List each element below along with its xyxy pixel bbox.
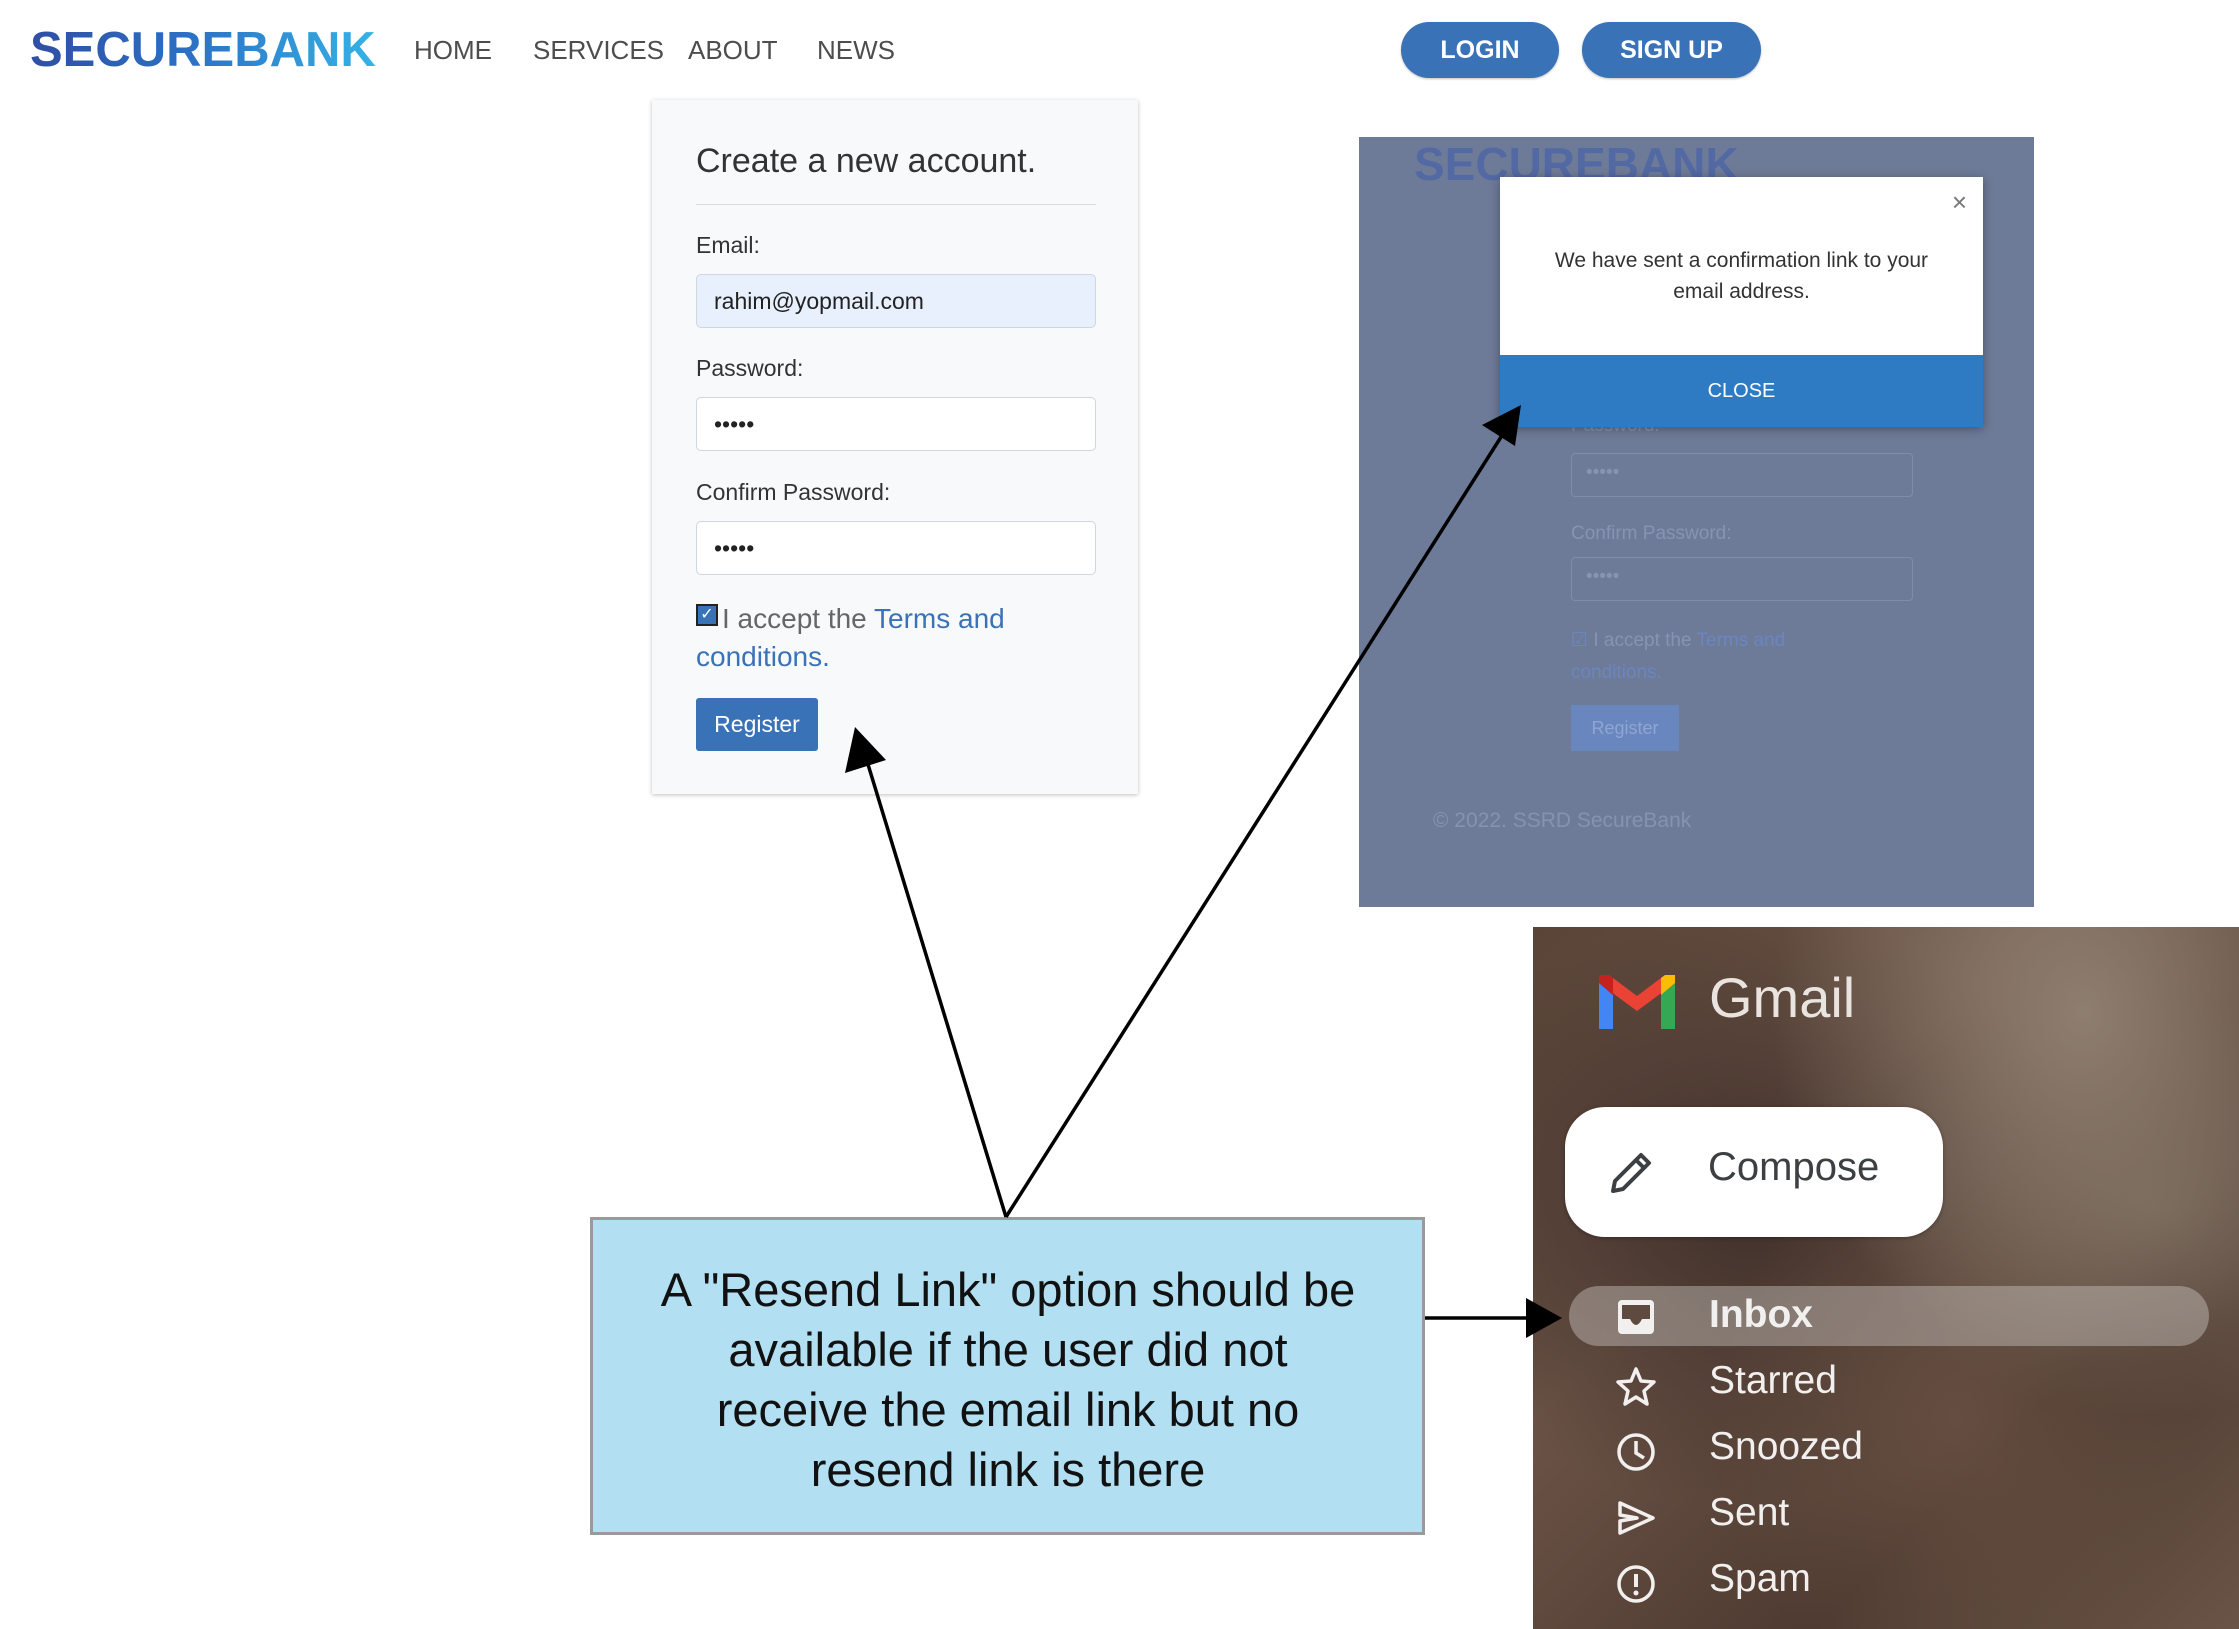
clock-icon — [1617, 1433, 1655, 1471]
confirmation-modal: × We have sent a confirmation link to yo… — [1500, 177, 1983, 427]
accept-label: I accept the — [722, 603, 875, 634]
spam-icon — [1617, 1565, 1655, 1603]
background-check-icon: ☑ — [1571, 630, 1589, 651]
email-label: Email: — [696, 232, 760, 258]
background-password-field: ••••• — [1571, 453, 1913, 497]
sidebar-item-inbox[interactable]: Inbox — [1709, 1293, 1813, 1337]
confirm-password-label: Confirm Password: — [696, 479, 891, 505]
pencil-icon — [1611, 1153, 1651, 1193]
nav-news[interactable]: NEWS — [817, 32, 895, 68]
send-icon — [1618, 1501, 1655, 1535]
register-card: Create a new account. Email: rahim@yopma… — [652, 100, 1138, 794]
close-icon[interactable]: × — [1952, 187, 1967, 218]
sidebar-item-sent[interactable]: Sent — [1709, 1491, 1789, 1535]
background-confirm-label: Confirm Password: — [1571, 523, 1732, 544]
modal-close-button[interactable]: CLOSE — [1500, 355, 1983, 427]
sidebar-item-snoozed[interactable]: Snoozed — [1709, 1425, 1863, 1469]
password-field[interactable]: ••••• — [696, 397, 1096, 451]
nav-services[interactable]: SERVICES — [533, 32, 664, 68]
star-icon — [1616, 1367, 1656, 1406]
copyright: © 2022. SSRD SecureBank — [1433, 809, 1692, 832]
password-label: Password: — [696, 355, 804, 381]
background-accept: I accept the — [1593, 630, 1697, 651]
gmail-sidebar-screenshot: Gmail Compose Inbox Starred Snoozed Sent… — [1533, 927, 2239, 1629]
login-button[interactable]: LOGIN — [1401, 22, 1559, 78]
register-button[interactable]: Register — [696, 698, 818, 751]
issue-callout: A "Resend Link" option should be availab… — [590, 1217, 1425, 1535]
background-confirm-value: ••••• — [1586, 566, 1620, 587]
confirmation-message: We have sent a confirmation link to your… — [1554, 249, 1929, 303]
callout-text: A "Resend Link" option should be availab… — [660, 1263, 1356, 1496]
title-divider — [696, 204, 1096, 205]
securebank-logo[interactable]: SECUREBANK — [30, 18, 376, 82]
email-field[interactable]: rahim@yopmail.com — [696, 274, 1096, 328]
compose-button[interactable]: Compose — [1565, 1107, 1943, 1237]
inbox-icon — [1618, 1300, 1654, 1334]
inbox-highlight — [1569, 1286, 2209, 1346]
sidebar-item-starred[interactable]: Starred — [1709, 1359, 1837, 1403]
compose-label: Compose — [1708, 1145, 1880, 1189]
confirmation-modal-screenshot: SECUREBANK Password: ••••• Confirm Passw… — [1359, 137, 2034, 907]
background-terms: ☑ I accept the Terms and conditions. — [1571, 625, 1871, 689]
gmail-title: Gmail — [1709, 966, 1856, 1029]
background-password-value: ••••• — [1586, 462, 1620, 483]
nav-about[interactable]: ABOUT — [688, 32, 778, 68]
sidebar-item-spam[interactable]: Spam — [1709, 1557, 1811, 1601]
register-title: Create a new account. — [696, 142, 1037, 180]
background-confirm-field: ••••• — [1571, 557, 1913, 601]
gmail-logo-icon — [1599, 975, 1675, 1029]
terms-accept-text: I accept the Terms and conditions. — [696, 600, 1076, 676]
background-register: Register — [1571, 705, 1679, 751]
terms-period: . — [822, 641, 830, 672]
nav-home[interactable]: HOME — [414, 32, 492, 68]
signup-button[interactable]: SIGN UP — [1582, 22, 1761, 78]
confirm-password-field[interactable]: ••••• — [696, 521, 1096, 575]
arrow-to-register-button — [845, 727, 1008, 1218]
